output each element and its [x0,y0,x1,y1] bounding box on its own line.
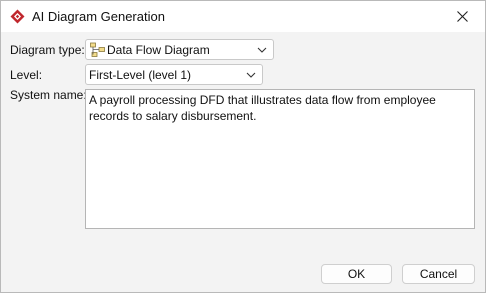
ok-button[interactable]: OK [321,264,392,284]
dialog-window: AI Diagram Generation Diagram type: Data… [0,0,486,293]
data-flow-diagram-icon [90,42,105,57]
diagram-type-dropdown[interactable]: Data Flow Diagram [85,39,274,60]
diagram-type-value: Data Flow Diagram [107,43,210,57]
title-bar: AI Diagram Generation [1,1,485,32]
chevron-down-icon [246,72,256,78]
system-name-label: System name: [10,88,87,102]
chevron-down-icon [257,47,267,53]
diamond-logo-icon [10,9,25,24]
level-value: First-Level (level 1) [89,68,192,82]
system-name-textarea[interactable]: A payroll processing DFD that illustrate… [85,89,475,229]
close-button[interactable] [439,1,485,32]
window-title: AI Diagram Generation [32,9,165,24]
close-icon [456,11,468,22]
cancel-button[interactable]: Cancel [402,264,475,284]
level-label: Level: [10,68,43,82]
level-dropdown[interactable]: First-Level (level 1) [85,64,263,85]
diagram-type-label: Diagram type: [10,43,85,57]
